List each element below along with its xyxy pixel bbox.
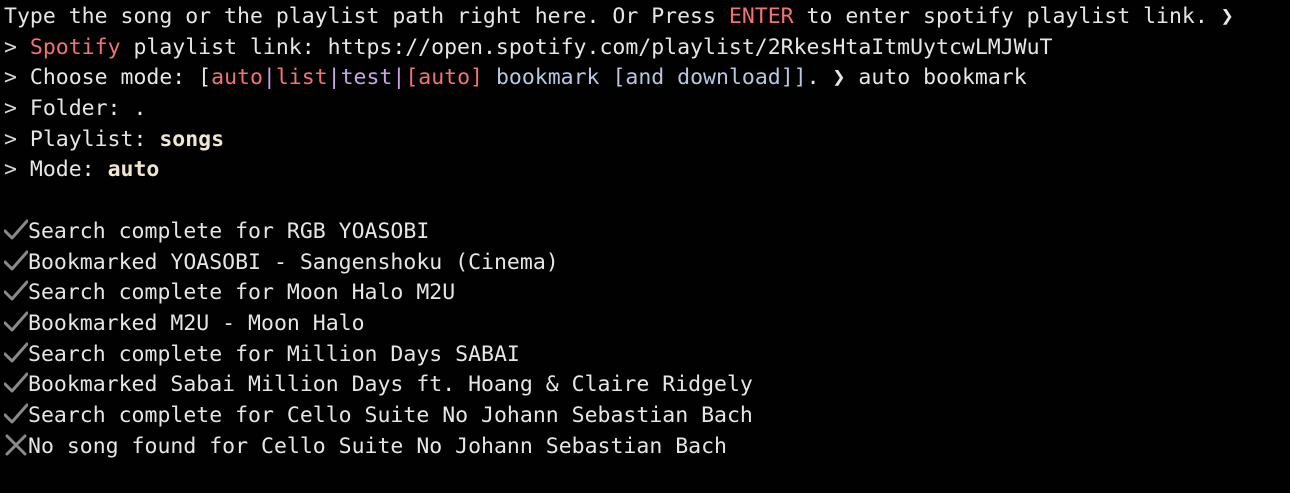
prompt-marker: > <box>4 96 17 122</box>
choose-mode-line: > Choose mode: [auto|list|test|[auto] bo… <box>4 63 1290 94</box>
log-item: Search complete for Moon Halo M2U <box>3 278 1290 309</box>
prompt-marker: > <box>4 34 17 60</box>
mode-option-auto-bracket: [auto] <box>405 65 483 91</box>
log-message: No song found for Cello Suite No Johann … <box>28 433 727 459</box>
playlist-value: songs <box>159 126 225 152</box>
spotify-label: Spotify <box>29 34 121 60</box>
prompt-marker: > <box>4 65 17 91</box>
log-message: Search complete for Cello Suite No Johan… <box>28 402 753 428</box>
mode-line: > Mode: auto <box>4 155 1290 186</box>
mode-label: Mode: <box>16 157 108 183</box>
log-item: No song found for Cello Suite No Johann … <box>4 432 1290 463</box>
mode-separator: | <box>392 65 406 91</box>
mode-separator: | <box>262 65 276 91</box>
terminal-window[interactable]: Type the song or the playlist path right… <box>0 0 1290 493</box>
mode-value: auto <box>107 157 160 183</box>
spotify-link-line: > Spotify playlist link: https://open.sp… <box>4 33 1290 64</box>
enter-key-label: ENTER <box>728 4 794 29</box>
check-icon <box>3 248 29 279</box>
check-icon <box>3 217 29 248</box>
log-message: Bookmarked M2U - Moon Halo <box>28 310 365 336</box>
log-item: Bookmarked M2U - Moon Halo <box>3 309 1290 340</box>
mode-option-test: test <box>340 65 393 91</box>
spotify-link-text: playlist link: https://open.spotify.com/… <box>120 34 1053 60</box>
folder-line: > Folder: . <box>4 94 1290 125</box>
check-icon <box>3 340 29 371</box>
cross-icon <box>4 432 28 463</box>
log-item: Search complete for Cello Suite No Johan… <box>3 401 1290 432</box>
prompt-marker: > <box>4 126 17 152</box>
log-item: Search complete for Million Days SABAI <box>3 340 1290 371</box>
log-message: Search complete for Million Days SABAI <box>28 341 520 367</box>
check-icon <box>3 278 29 309</box>
prompt-marker: > <box>4 157 17 183</box>
instruction-line: Type the song or the playlist path right… <box>4 2 1290 33</box>
log-item: Bookmarked Sabai Million Days ft. Hoang … <box>3 370 1290 401</box>
folder-label: Folder: . <box>16 96 147 122</box>
check-icon <box>3 401 29 432</box>
log-message: Search complete for Moon Halo M2U <box>28 280 456 306</box>
log-item: Bookmarked YOASOBI - Sangenshoku (Cinema… <box>3 248 1290 279</box>
playlist-line: > Playlist: songs <box>4 125 1290 156</box>
check-icon <box>3 370 29 401</box>
instruction-text-after: to enter spotify playlist link. ❯ <box>793 4 1234 29</box>
log-message: Bookmarked Sabai Million Days ft. Hoang … <box>28 372 753 398</box>
playlist-label: Playlist: <box>16 126 160 152</box>
log-list: Search complete for RGB YOASOBI Bookmark… <box>3 217 1290 463</box>
mode-separator: | <box>327 65 341 91</box>
mode-option-list: list <box>275 65 328 91</box>
mode-option-auto: auto <box>211 65 263 91</box>
log-item: Search complete for RGB YOASOBI <box>3 217 1290 248</box>
choose-mode-label: Choose mode: [ <box>16 65 212 91</box>
log-message: Bookmarked YOASOBI - Sangenshoku (Cinema… <box>28 249 559 275</box>
log-message: Search complete for RGB YOASOBI <box>28 218 430 244</box>
check-icon <box>3 309 29 340</box>
mode-answer: . ❯ auto bookmark <box>806 65 1027 91</box>
mode-option-bookmark: bookmark [and download]] <box>483 65 807 91</box>
instruction-text-before: Type the song or the playlist path right… <box>4 4 729 29</box>
